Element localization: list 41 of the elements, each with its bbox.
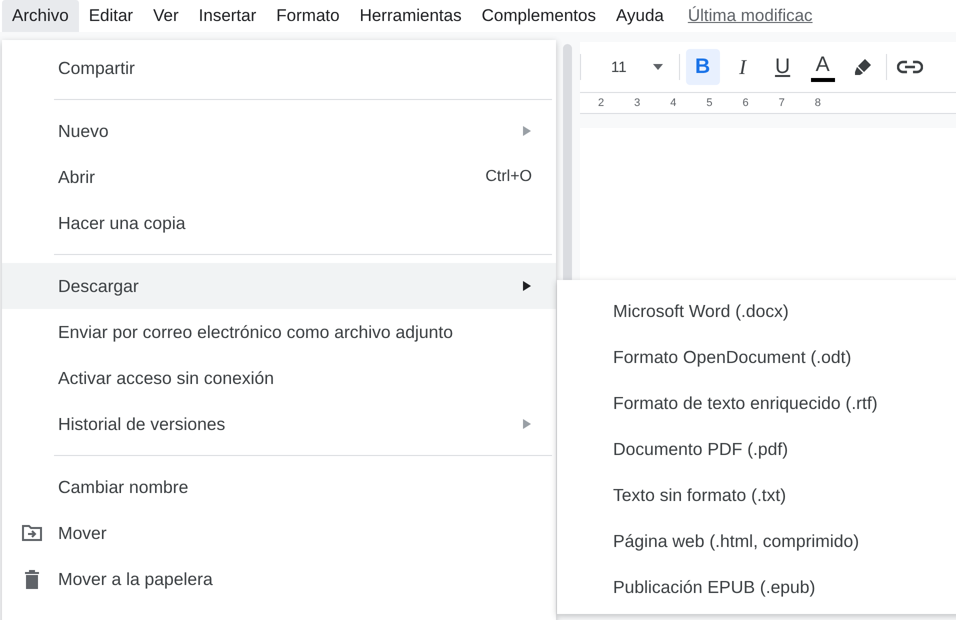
menu-item[interactable]: Descargar [2, 263, 556, 309]
menu-item[interactable]: Compartir [2, 45, 556, 91]
menu-tab[interactable]: Herramientas [350, 0, 472, 32]
menu-item[interactable]: Activar acceso sin conexión [2, 355, 556, 401]
ruler-number: 3 [634, 97, 640, 109]
menu-item[interactable]: Historial de versiones [2, 401, 556, 447]
bold-button[interactable]: B [686, 49, 720, 85]
menu-item[interactable]: Hacer una copia [2, 200, 556, 246]
menu-tab[interactable]: Ver [143, 0, 189, 32]
menu-tab[interactable]: Complementos [472, 0, 606, 32]
last-edit-link[interactable]: Última modificac [688, 6, 813, 26]
ruler-number: 4 [670, 97, 676, 109]
menu-tab[interactable]: Formato [266, 0, 350, 32]
underline-button[interactable]: U [766, 49, 800, 85]
menu-tab[interactable]: Insertar [188, 0, 266, 32]
menu-item[interactable]: Mover [2, 510, 556, 556]
submenu-item[interactable]: Texto sin formato (.txt) [557, 472, 956, 518]
ruler-number: 6 [742, 97, 749, 109]
menu-tab[interactable]: Editar [78, 0, 144, 32]
menu-tab[interactable]: Ayuda [606, 0, 674, 32]
menu-item[interactable]: Abrir Ctrl+O [2, 154, 556, 200]
ruler-number: 2 [598, 97, 604, 109]
menu-item[interactable]: Nuevo [2, 108, 556, 154]
italic-button[interactable]: I [726, 49, 760, 85]
menu-item[interactable]: Cambiar nombre [2, 464, 556, 510]
color-button[interactable]: A [806, 49, 840, 85]
submenu-item[interactable]: Formato OpenDocument (.odt) [557, 334, 956, 380]
ruler-number: 8 [814, 97, 821, 109]
shortcut-label: Ctrl+O [485, 168, 532, 186]
menu-item[interactable]: Enviar por correo electrónico como archivo adjunto [2, 309, 556, 355]
submenu-item[interactable]: Microsoft Word (.docx) [557, 288, 956, 334]
font-size-field[interactable]: 11 [587, 50, 673, 84]
ruler-number: 7 [778, 97, 785, 109]
submenu-item[interactable]: Publicación EPUB (.epub) [557, 564, 956, 610]
menu-item[interactable]: Mover a la papelera [2, 556, 556, 602]
submenu-item[interactable]: Formato de texto enriquecido (.rtf) [557, 380, 956, 426]
menu-tab[interactable]: Archivo [2, 0, 79, 32]
dropdown-icon [652, 64, 663, 70]
submenu-item[interactable]: Página web (.html, comprimido) [557, 518, 956, 564]
ruler-number: 5 [706, 97, 712, 109]
submenu-item[interactable]: Documento PDF (.pdf) [557, 426, 956, 472]
